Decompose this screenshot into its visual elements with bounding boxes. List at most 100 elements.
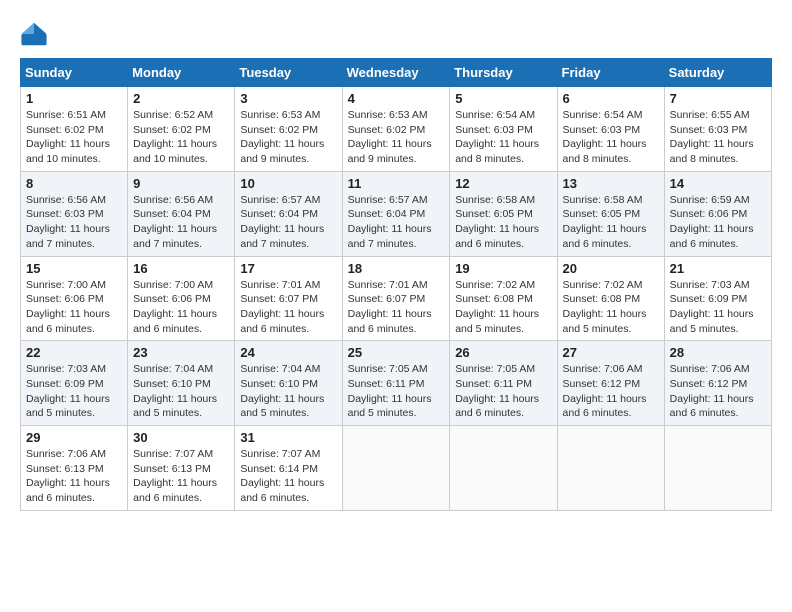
calendar-cell bbox=[557, 426, 664, 511]
day-info: Sunrise: 7:03 AM Sunset: 6:09 PM Dayligh… bbox=[670, 278, 766, 337]
calendar-cell bbox=[342, 426, 450, 511]
calendar-week-row: 15 Sunrise: 7:00 AM Sunset: 6:06 PM Dayli… bbox=[21, 256, 772, 341]
day-info: Sunrise: 6:57 AM Sunset: 6:04 PM Dayligh… bbox=[348, 193, 445, 252]
calendar-week-row: 29 Sunrise: 7:06 AM Sunset: 6:13 PM Dayli… bbox=[21, 426, 772, 511]
day-number: 3 bbox=[240, 91, 336, 106]
calendar-cell: 23Sunrise: 7:04 AM Sunset: 6:10 PM Dayli… bbox=[128, 341, 235, 426]
day-info: Sunrise: 7:05 AM Sunset: 6:11 PM Dayligh… bbox=[348, 362, 445, 421]
calendar-cell: 2Sunrise: 6:52 AM Sunset: 6:02 PM Daylig… bbox=[128, 87, 235, 172]
day-info: Sunrise: 7:02 AM Sunset: 6:08 PM Dayligh… bbox=[563, 278, 659, 337]
day-of-week-header: Friday bbox=[557, 59, 664, 87]
day-info: Sunrise: 7:07 AM Sunset: 6:13 PM Dayligh… bbox=[133, 447, 229, 506]
day-info: Sunrise: 6:58 AM Sunset: 6:05 PM Dayligh… bbox=[455, 193, 551, 252]
day-number: 7 bbox=[670, 91, 766, 106]
calendar-week-row: 8 Sunrise: 6:56 AM Sunset: 6:03 PM Daylig… bbox=[21, 171, 772, 256]
day-info: Sunrise: 7:06 AM Sunset: 6:12 PM Dayligh… bbox=[670, 362, 766, 421]
day-number: 1 bbox=[26, 91, 122, 106]
calendar-cell bbox=[664, 426, 771, 511]
calendar-cell: 10Sunrise: 6:57 AM Sunset: 6:04 PM Dayli… bbox=[235, 171, 342, 256]
day-info: Sunrise: 6:59 AM Sunset: 6:06 PM Dayligh… bbox=[670, 193, 766, 252]
day-info: Sunrise: 7:06 AM Sunset: 6:13 PM Dayligh… bbox=[26, 447, 122, 506]
day-number: 16 bbox=[133, 261, 229, 276]
calendar-cell: 29 Sunrise: 7:06 AM Sunset: 6:13 PM Dayli… bbox=[21, 426, 128, 511]
day-number: 24 bbox=[240, 345, 336, 360]
day-number: 18 bbox=[348, 261, 445, 276]
day-number: 14 bbox=[670, 176, 766, 191]
calendar-cell: 22Sunrise: 7:03 AM Sunset: 6:09 PM Dayli… bbox=[21, 341, 128, 426]
day-number: 2 bbox=[133, 91, 229, 106]
day-number: 5 bbox=[455, 91, 551, 106]
calendar-cell: 13 Sunrise: 6:58 AM Sunset: 6:05 PM Dayli… bbox=[557, 171, 664, 256]
calendar-cell: 20 Sunrise: 7:02 AM Sunset: 6:08 PM Dayli… bbox=[557, 256, 664, 341]
page-header bbox=[20, 20, 772, 48]
day-number: 12 bbox=[455, 176, 551, 191]
day-info: Sunrise: 6:53 AM Sunset: 6:02 PM Dayligh… bbox=[240, 108, 336, 167]
calendar-cell: 16 Sunrise: 7:00 AM Sunset: 6:06 PM Dayli… bbox=[128, 256, 235, 341]
calendar-cell: 14 Sunrise: 6:59 AM Sunset: 6:06 PM Dayli… bbox=[664, 171, 771, 256]
day-info: Sunrise: 7:04 AM Sunset: 6:10 PM Dayligh… bbox=[133, 362, 229, 421]
calendar-cell: 9Sunrise: 6:56 AM Sunset: 6:04 PM Daylig… bbox=[128, 171, 235, 256]
calendar-cell: 18 Sunrise: 7:01 AM Sunset: 6:07 PM Dayli… bbox=[342, 256, 450, 341]
calendar-cell: 15 Sunrise: 7:00 AM Sunset: 6:06 PM Dayli… bbox=[21, 256, 128, 341]
day-number: 4 bbox=[348, 91, 445, 106]
day-number: 8 bbox=[26, 176, 122, 191]
day-info: Sunrise: 6:51 AM Sunset: 6:02 PM Dayligh… bbox=[26, 108, 122, 167]
calendar-body: 1 Sunrise: 6:51 AM Sunset: 6:02 PM Daylig… bbox=[21, 87, 772, 511]
day-info: Sunrise: 7:01 AM Sunset: 6:07 PM Dayligh… bbox=[348, 278, 445, 337]
day-number: 20 bbox=[563, 261, 659, 276]
day-number: 26 bbox=[455, 345, 551, 360]
day-info: Sunrise: 7:01 AM Sunset: 6:07 PM Dayligh… bbox=[240, 278, 336, 337]
day-info: Sunrise: 6:53 AM Sunset: 6:02 PM Dayligh… bbox=[348, 108, 445, 167]
calendar-header: SundayMondayTuesdayWednesdayThursdayFrid… bbox=[21, 59, 772, 87]
days-of-week-row: SundayMondayTuesdayWednesdayThursdayFrid… bbox=[21, 59, 772, 87]
day-number: 28 bbox=[670, 345, 766, 360]
day-info: Sunrise: 6:56 AM Sunset: 6:03 PM Dayligh… bbox=[26, 193, 122, 252]
day-of-week-header: Tuesday bbox=[235, 59, 342, 87]
calendar-cell: 27 Sunrise: 7:06 AM Sunset: 6:12 PM Dayli… bbox=[557, 341, 664, 426]
calendar-cell: 25 Sunrise: 7:05 AM Sunset: 6:11 PM Dayli… bbox=[342, 341, 450, 426]
day-number: 30 bbox=[133, 430, 229, 445]
day-info: Sunrise: 6:54 AM Sunset: 6:03 PM Dayligh… bbox=[455, 108, 551, 167]
day-info: Sunrise: 6:55 AM Sunset: 6:03 PM Dayligh… bbox=[670, 108, 766, 167]
day-number: 29 bbox=[26, 430, 122, 445]
day-info: Sunrise: 7:02 AM Sunset: 6:08 PM Dayligh… bbox=[455, 278, 551, 337]
calendar-cell: 8 Sunrise: 6:56 AM Sunset: 6:03 PM Daylig… bbox=[21, 171, 128, 256]
calendar-cell: 19 Sunrise: 7:02 AM Sunset: 6:08 PM Dayli… bbox=[450, 256, 557, 341]
day-info: Sunrise: 7:05 AM Sunset: 6:11 PM Dayligh… bbox=[455, 362, 551, 421]
day-info: Sunrise: 7:04 AM Sunset: 6:10 PM Dayligh… bbox=[240, 362, 336, 421]
day-info: Sunrise: 7:00 AM Sunset: 6:06 PM Dayligh… bbox=[133, 278, 229, 337]
day-number: 15 bbox=[26, 261, 122, 276]
logo-icon bbox=[20, 20, 48, 48]
calendar-week-row: 1 Sunrise: 6:51 AM Sunset: 6:02 PM Daylig… bbox=[21, 87, 772, 172]
day-info: Sunrise: 6:58 AM Sunset: 6:05 PM Dayligh… bbox=[563, 193, 659, 252]
day-info: Sunrise: 6:56 AM Sunset: 6:04 PM Dayligh… bbox=[133, 193, 229, 252]
day-number: 27 bbox=[563, 345, 659, 360]
calendar-week-row: 22Sunrise: 7:03 AM Sunset: 6:09 PM Dayli… bbox=[21, 341, 772, 426]
day-number: 31 bbox=[240, 430, 336, 445]
calendar-cell: 30 Sunrise: 7:07 AM Sunset: 6:13 PM Dayli… bbox=[128, 426, 235, 511]
calendar-cell: 17 Sunrise: 7:01 AM Sunset: 6:07 PM Dayli… bbox=[235, 256, 342, 341]
calendar-cell: 3 Sunrise: 6:53 AM Sunset: 6:02 PM Daylig… bbox=[235, 87, 342, 172]
day-number: 6 bbox=[563, 91, 659, 106]
calendar-table: SundayMondayTuesdayWednesdayThursdayFrid… bbox=[20, 58, 772, 511]
day-info: Sunrise: 6:54 AM Sunset: 6:03 PM Dayligh… bbox=[563, 108, 659, 167]
logo bbox=[20, 20, 52, 48]
calendar-cell: 7 Sunrise: 6:55 AM Sunset: 6:03 PM Daylig… bbox=[664, 87, 771, 172]
day-number: 19 bbox=[455, 261, 551, 276]
day-number: 17 bbox=[240, 261, 336, 276]
day-number: 25 bbox=[348, 345, 445, 360]
calendar-cell: 21Sunrise: 7:03 AM Sunset: 6:09 PM Dayli… bbox=[664, 256, 771, 341]
day-of-week-header: Saturday bbox=[664, 59, 771, 87]
calendar-cell: 6 Sunrise: 6:54 AM Sunset: 6:03 PM Daylig… bbox=[557, 87, 664, 172]
day-info: Sunrise: 7:06 AM Sunset: 6:12 PM Dayligh… bbox=[563, 362, 659, 421]
day-number: 13 bbox=[563, 176, 659, 191]
calendar-cell: 11 Sunrise: 6:57 AM Sunset: 6:04 PM Dayli… bbox=[342, 171, 450, 256]
day-of-week-header: Monday bbox=[128, 59, 235, 87]
day-number: 22 bbox=[26, 345, 122, 360]
calendar-cell: 24 Sunrise: 7:04 AM Sunset: 6:10 PM Dayli… bbox=[235, 341, 342, 426]
calendar-cell: 4 Sunrise: 6:53 AM Sunset: 6:02 PM Daylig… bbox=[342, 87, 450, 172]
day-info: Sunrise: 7:00 AM Sunset: 6:06 PM Dayligh… bbox=[26, 278, 122, 337]
day-info: Sunrise: 6:57 AM Sunset: 6:04 PM Dayligh… bbox=[240, 193, 336, 252]
day-of-week-header: Sunday bbox=[21, 59, 128, 87]
day-number: 11 bbox=[348, 176, 445, 191]
